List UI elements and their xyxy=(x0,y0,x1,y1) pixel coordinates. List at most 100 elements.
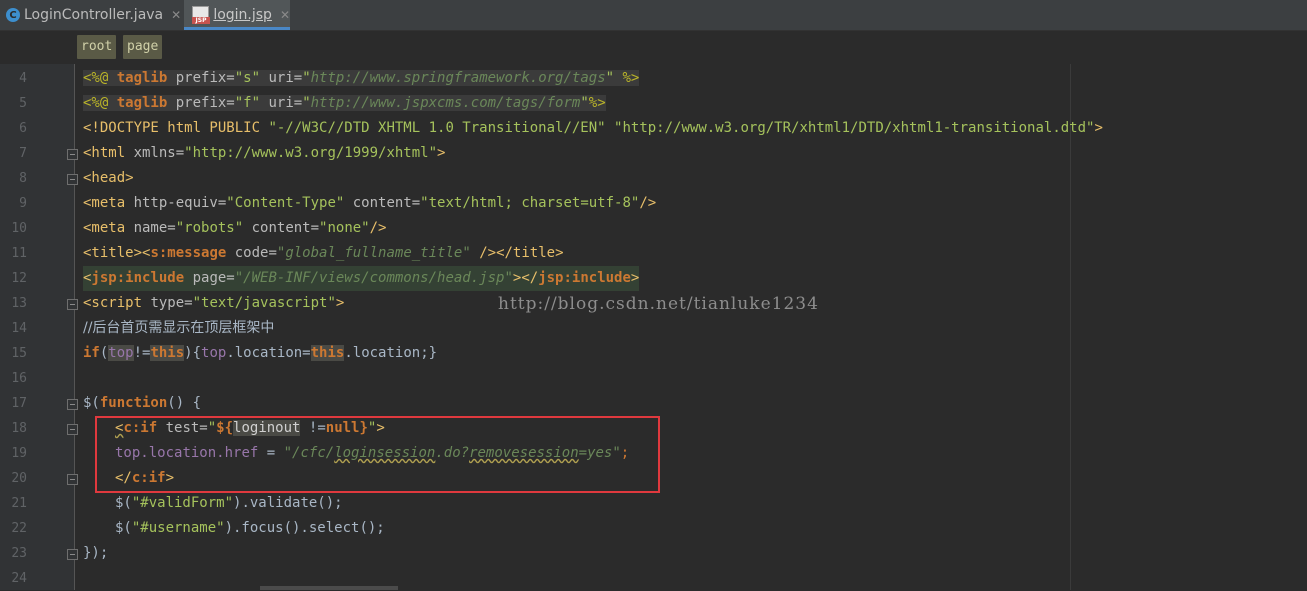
line-number: 6 xyxy=(19,121,27,136)
tag-close-open: ></ xyxy=(512,270,539,286)
tag-close: > xyxy=(335,295,345,311)
line-number: 21 xyxy=(11,496,27,511)
code-line-23[interactable]: }); xyxy=(83,541,108,566)
tag-close: /> xyxy=(639,195,657,211)
breadcrumb-page[interactable]: page xyxy=(123,35,163,59)
script-tag: <script xyxy=(83,295,151,311)
tag-close: > xyxy=(630,270,640,286)
html-tag: <html xyxy=(83,145,134,161)
code-line-5[interactable]: <%@ taglib prefix="f" uri="http://www.js… xyxy=(83,91,606,116)
meta-tag: <meta xyxy=(83,220,134,236)
horizontal-scrollbar[interactable] xyxy=(260,586,398,590)
line-number: 22 xyxy=(11,521,27,536)
attr-value: "f" xyxy=(234,95,261,111)
identifier-top: top xyxy=(108,345,134,361)
attr-prefix: prefix= xyxy=(167,95,235,111)
tab-label: LoginController.java xyxy=(24,7,164,23)
jsp-badge: JSP xyxy=(192,17,210,24)
line-number: 19 xyxy=(11,446,27,461)
attr: content= xyxy=(243,220,320,236)
line-number: 13 xyxy=(11,296,27,311)
code-line-15[interactable]: if(top!=this){top.location=this.location… xyxy=(83,341,437,366)
head-tag: <head> xyxy=(83,170,134,186)
operator: != xyxy=(133,345,151,361)
line-number: 10 xyxy=(11,221,27,236)
attr: page= xyxy=(184,270,235,286)
method-chain: ).focus().select(); xyxy=(224,520,385,536)
line-number: 18 xyxy=(11,421,27,436)
tag-close: > xyxy=(1094,120,1103,136)
code-line-21[interactable]: $("#validForm").validate(); xyxy=(115,491,343,516)
dollar-call: $( xyxy=(115,495,132,511)
attr: code= xyxy=(226,245,277,261)
attr-uri: uri= xyxy=(260,70,303,86)
code-line-11[interactable]: <title><s:message code="global_fullname_… xyxy=(83,241,564,266)
attr-value: "/WEB-INF/views/commons/head.jsp" xyxy=(234,270,513,286)
property: .location;} xyxy=(344,345,438,361)
code-line-8[interactable]: <head> xyxy=(83,166,134,191)
close-icon[interactable]: ✕ xyxy=(171,8,181,22)
code-line-13[interactable]: <script type="text/javascript"> xyxy=(83,291,344,316)
line-number: 14 xyxy=(11,321,27,336)
custom-tag-name: jsp:include xyxy=(538,270,631,286)
code-line-7[interactable]: <html xmlns="http://www.w3.org/1999/xhtm… xyxy=(83,141,445,166)
keyword-if: if xyxy=(83,345,100,361)
meta-tag: <meta xyxy=(83,195,134,211)
line-number: 20 xyxy=(11,471,27,486)
fold-toggle-icon[interactable] xyxy=(67,474,78,485)
code-line-17[interactable]: $(function() { xyxy=(83,391,201,416)
dollar-call: $( xyxy=(115,520,132,536)
tab-login-jsp[interactable]: JSP login.jsp ✕ xyxy=(184,0,290,30)
code-line-4[interactable]: <%@ taglib prefix="s" uri="http://www.sp… xyxy=(83,66,640,91)
attr-value: "global_fullname_title" xyxy=(276,245,471,261)
keyword-function: function xyxy=(99,395,168,411)
line-number: 24 xyxy=(11,571,27,586)
line-number: 15 xyxy=(11,346,27,361)
attr-value: "none" xyxy=(319,220,370,236)
attr-prefix: prefix= xyxy=(167,70,235,86)
line-number: 7 xyxy=(19,146,27,161)
right-margin-guide xyxy=(1070,64,1071,590)
highlight-annotation-box xyxy=(95,416,660,493)
directive-close: %> xyxy=(588,95,606,111)
fold-toggle-icon[interactable] xyxy=(67,299,78,310)
uri-value: http://www.springframework.org/tags xyxy=(310,70,606,86)
quote: " xyxy=(302,70,311,86)
property: .location= xyxy=(226,345,311,361)
breadcrumb-root[interactable]: root xyxy=(77,35,117,59)
directive-open: <%@ xyxy=(83,70,117,86)
method-chain: ).validate(); xyxy=(233,495,343,511)
breadcrumb: root page xyxy=(0,31,1307,64)
fold-toggle-icon[interactable] xyxy=(67,424,78,435)
fold-toggle-icon[interactable] xyxy=(67,549,78,560)
fold-toggle-icon[interactable] xyxy=(67,174,78,185)
attr-value: "s" xyxy=(234,70,261,86)
code-line-10[interactable]: <meta name="robots" content="none"/> xyxy=(83,216,386,241)
attr-value: "text/javascript" xyxy=(192,295,336,311)
code-line-12[interactable]: <jsp:include page="/WEB-INF/views/common… xyxy=(83,266,640,291)
custom-tag-name: jsp:include xyxy=(91,270,185,286)
attr: type= xyxy=(150,295,193,311)
attr-value: "text/html; charset=utf-8" xyxy=(420,195,640,211)
close-icon[interactable]: ✕ xyxy=(280,8,290,22)
quote: " xyxy=(302,95,311,111)
code-line-9[interactable]: <meta http-equiv="Content-Type" content=… xyxy=(83,191,656,216)
tab-login-controller-java[interactable]: C LoginController.java ✕ xyxy=(0,0,182,30)
line-number: 17 xyxy=(11,396,27,411)
taglib-keyword: taglib xyxy=(116,95,168,111)
attr-value: "robots" xyxy=(175,220,244,236)
code-line-14[interactable]: //后台首页需显示在顶层框架中 xyxy=(83,316,274,341)
code-line-6[interactable]: <!DOCTYPE html PUBLIC "-//W3C//DTD XHTML… xyxy=(83,116,1103,141)
directive-close: %> xyxy=(614,70,640,86)
fold-toggle-icon[interactable] xyxy=(67,149,78,160)
quote: " xyxy=(580,95,589,111)
title-tag: <title> xyxy=(83,245,143,261)
comment: //后台首页需显示在顶层框架中 xyxy=(83,320,275,336)
doctype: <!DOCTYPE html PUBLIC xyxy=(83,120,269,136)
quote: " xyxy=(605,70,615,86)
attr-value: "http://www.w3.org/1999/xhtml" xyxy=(184,145,438,161)
dollar-call: $( xyxy=(83,395,100,411)
fold-toggle-icon[interactable] xyxy=(67,399,78,410)
code-line-22[interactable]: $("#username").focus().select(); xyxy=(115,516,385,541)
